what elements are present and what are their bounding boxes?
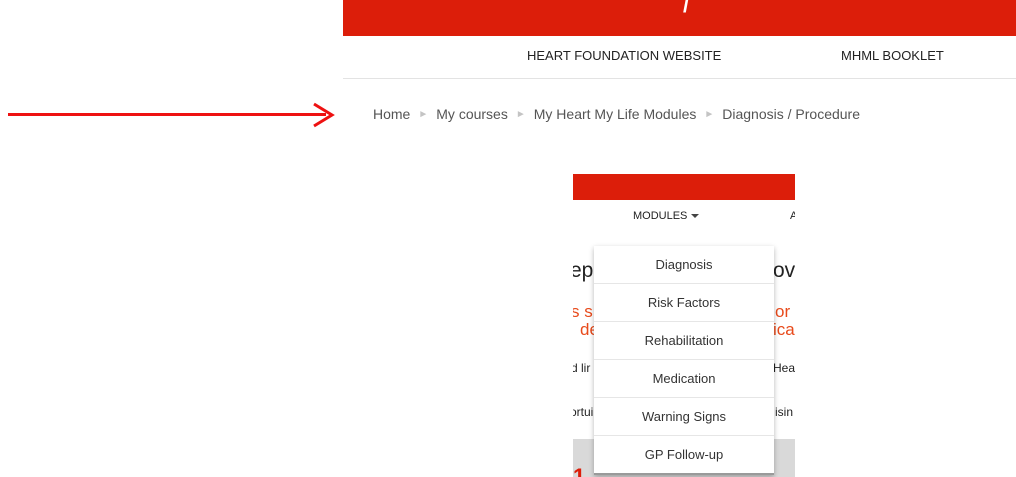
dropdown-item-medication[interactable]: Medication <box>594 360 774 398</box>
nav-link-mhml-booklet[interactable]: MHML BOOKLET <box>841 48 944 63</box>
annotation-arrow-shaft <box>8 113 326 116</box>
body-fragment-left-2: ortui <box>573 405 594 419</box>
breadcrumb: Home ► My courses ► My Heart My Life Mod… <box>373 106 860 122</box>
header-divider <box>343 78 1016 79</box>
header-glyph: / <box>683 0 690 17</box>
body-fragment-left-1: d lir <box>573 361 591 375</box>
subheading-fragment-right-1: or <box>775 302 791 321</box>
breadcrumb-home[interactable]: Home <box>373 106 410 122</box>
dropdown-item-warning-signs[interactable]: Warning Signs <box>594 398 774 436</box>
dropdown-item-diagnosis[interactable]: Diagnosis <box>594 246 774 284</box>
header-red-bar: / <box>343 0 1016 36</box>
modules-dropdown-menu: Diagnosis Risk Factors Rehabilitation Me… <box>594 246 774 475</box>
inset-red-bar <box>573 174 795 200</box>
dropdown-item-risk-factors[interactable]: Risk Factors <box>594 284 774 322</box>
subheading-fragment-right-2: ica <box>773 320 795 339</box>
heading-fragment-right: ov <box>773 259 795 282</box>
breadcrumb-separator-icon: ► <box>515 108 526 120</box>
caret-down-icon <box>691 214 700 219</box>
content-red-digit: 1 <box>573 464 586 477</box>
dropdown-item-rehabilitation[interactable]: Rehabilitation <box>594 322 774 360</box>
modules-label: MODULES <box>633 210 688 222</box>
annotation-arrow-head-icon <box>313 102 335 128</box>
body-fragment-right-2: isin <box>775 405 794 419</box>
body-fragment-right-1: Hea <box>773 361 795 375</box>
dropdown-item-gp-follow-up[interactable]: GP Follow-up <box>594 436 774 473</box>
breadcrumb-diagnosis-procedure[interactable]: Diagnosis / Procedure <box>722 106 860 122</box>
clipped-nav-item: A <box>790 210 795 222</box>
nav-link-heart-foundation-website[interactable]: HEART FOUNDATION WEBSITE <box>527 48 721 63</box>
breadcrumb-separator-icon: ► <box>704 108 715 120</box>
heading-fragment-left: ep <box>573 259 594 282</box>
breadcrumb-separator-icon: ► <box>418 108 429 120</box>
subheading-fragment-left-1: s s <box>573 302 593 321</box>
breadcrumb-my-heart-my-life-modules[interactable]: My Heart My Life Modules <box>534 106 697 122</box>
modules-menu-toggle[interactable]: MODULES <box>633 210 700 222</box>
breadcrumb-my-courses[interactable]: My courses <box>436 106 508 122</box>
